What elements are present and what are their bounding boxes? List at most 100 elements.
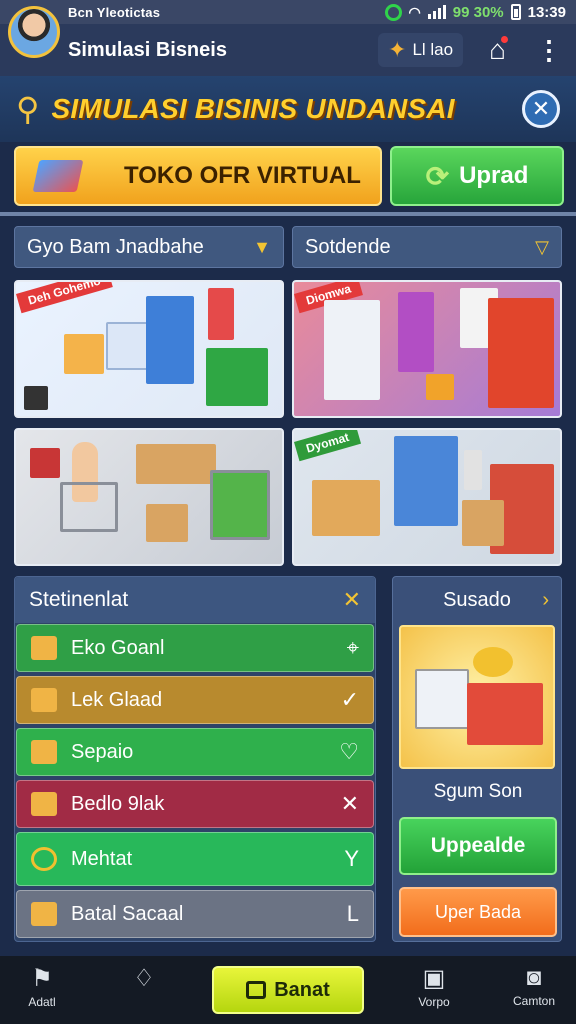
- inbox-icon: ▣: [422, 965, 446, 992]
- flag-icon: ⚑: [31, 965, 53, 992]
- status-bar: Bcn Yleotictas ◠ 99 30% 13:39: [0, 0, 576, 24]
- nav-item-leaf[interactable]: ♢: [104, 964, 184, 995]
- product-box-image: [462, 500, 504, 546]
- featured-title: Susado: [443, 588, 511, 611]
- upgrade-label: Uprad: [459, 162, 529, 189]
- product-box-image: [312, 480, 380, 536]
- product-box-image: [146, 296, 194, 384]
- tag-icon[interactable]: ⌖: [347, 635, 359, 661]
- product-box-image: [398, 292, 434, 372]
- list-item-label: Batal Sacaal: [71, 902, 184, 925]
- page-header: ⚲ SIMULASI BISINIS UNDANSAI ✕: [0, 76, 576, 142]
- nav-label: Vorpo: [418, 995, 450, 1009]
- product-box-image: [206, 348, 268, 406]
- ticket-icon: [32, 160, 84, 192]
- list-item[interactable]: Mehtat Y: [16, 832, 374, 886]
- home-icon[interactable]: ⌂: [489, 34, 508, 66]
- leaf-icon: ♢: [133, 965, 155, 992]
- product-box-image: [426, 374, 454, 400]
- list-item[interactable]: Bedlo 9lak ✕: [16, 780, 374, 828]
- product-box-image: [324, 300, 380, 400]
- battery-percentage: 99 30%: [452, 3, 504, 21]
- close-icon: ✕: [531, 96, 551, 121]
- list-item-label: Sepaio: [71, 740, 134, 763]
- upgrade-item-label: Uppealde: [430, 834, 526, 857]
- shield-icon[interactable]: Y: [344, 846, 359, 872]
- battery-icon: [510, 4, 521, 20]
- nav-item-adatl[interactable]: ⚑ Adatl: [2, 964, 82, 1009]
- secondary-upgrade-label: Uper Bada: [434, 901, 522, 922]
- nav-label: Camton: [512, 994, 556, 1008]
- product-tile[interactable]: Deh Gohemo: [14, 280, 284, 418]
- product-box-image: [208, 288, 234, 340]
- tile-tag: Deh Gohemo: [16, 282, 113, 314]
- close-icon[interactable]: ✕: [343, 587, 361, 613]
- product-box-image: [24, 386, 48, 410]
- list-title: Stetinenlat: [29, 588, 129, 611]
- list-item-label: Lek Glaad: [71, 688, 163, 711]
- product-box-image: [464, 450, 482, 490]
- featured-header[interactable]: Susado ›: [393, 577, 561, 623]
- nav-item-vorpo[interactable]: ▣ Vorpo: [394, 964, 474, 1009]
- camera-icon: ◙: [526, 964, 542, 991]
- nav-item-camton[interactable]: ◙ Camton: [494, 964, 574, 1008]
- more-options-icon[interactable]: ⋮: [536, 35, 562, 66]
- clock: 13:39: [527, 3, 566, 21]
- box-icon: [31, 792, 57, 816]
- app-bar: Simulasi Bisneis ✦ Ll lao ⌂ ⋮: [0, 24, 576, 76]
- chevron-down-icon: ▼: [253, 236, 271, 257]
- close-icon[interactable]: ✕: [341, 791, 359, 817]
- list-item[interactable]: Eko Goanl ⌖: [16, 624, 374, 672]
- chevron-down-icon: ▽: [535, 236, 549, 257]
- product-tile[interactable]: [14, 428, 284, 566]
- category-dropdown[interactable]: Gyo Bam Jnadbahe ▼: [14, 226, 284, 268]
- virtual-store-button[interactable]: TOKO OFR VIRTUAL: [14, 146, 382, 206]
- bag-icon: [246, 981, 267, 999]
- status-left-text: Bcn Yleotictas: [68, 4, 161, 20]
- tile-tag: Dyomat: [294, 430, 362, 462]
- product-box-image: [136, 444, 216, 484]
- product-tile[interactable]: Dyomat: [292, 428, 562, 566]
- close-button[interactable]: ✕: [522, 90, 560, 128]
- shopping-cart-image: [60, 482, 118, 532]
- sort-dropdown[interactable]: Sotdende ▽: [292, 226, 562, 268]
- corner-icon[interactable]: L: [347, 901, 359, 927]
- action-row: TOKO OFR VIRTUAL ⟳ Uprad: [14, 146, 564, 206]
- secondary-upgrade-button[interactable]: Uper Bada: [399, 887, 557, 937]
- featured-product-image[interactable]: [399, 625, 555, 769]
- box-icon: [31, 636, 57, 660]
- product-box-image: [488, 298, 554, 408]
- list-item[interactable]: Lek Glaad ✓: [16, 676, 374, 724]
- diamond-icon[interactable]: ♡: [339, 739, 359, 765]
- bag-icon: ✦: [388, 37, 407, 62]
- check-icon[interactable]: ✓: [341, 687, 359, 713]
- list-item[interactable]: Sepaio ♡: [16, 728, 374, 776]
- signal-icon: [427, 5, 446, 19]
- avatar[interactable]: [8, 6, 60, 58]
- search-icon: ⚲: [16, 91, 40, 127]
- sync-icon: [384, 3, 402, 21]
- box-icon: [31, 688, 57, 712]
- box-icon: [31, 740, 57, 764]
- featured-panel: Susado › Sgum Son Uppealde Uper Bada: [392, 576, 562, 942]
- product-box-image: [467, 683, 543, 745]
- list-item-label: Mehtat: [71, 847, 133, 870]
- list-item[interactable]: Batal Sacaal L: [16, 890, 374, 938]
- app-title: Simulasi Bisneis: [68, 38, 227, 61]
- product-box-image: [106, 322, 148, 370]
- ring-icon: [31, 847, 57, 871]
- upgrade-button[interactable]: ⟳ Uprad: [390, 146, 564, 206]
- cart-badge[interactable]: ✦ Ll lao: [378, 33, 464, 67]
- featured-name: Sgum Son: [433, 781, 523, 802]
- center-action-label: Banat: [274, 978, 330, 1001]
- product-box-image: [473, 647, 513, 677]
- page-title: SIMULASI BISINIS UNDANSAI: [51, 93, 455, 124]
- upgrade-item-button[interactable]: Uppealde: [399, 817, 557, 875]
- list-header: Stetinenlat ✕: [15, 577, 375, 623]
- center-action-button[interactable]: Banat: [212, 966, 364, 1014]
- list-item-label: Bedlo 9lak: [71, 792, 165, 815]
- product-tile[interactable]: Diomwa: [292, 280, 562, 418]
- status-right: ◠ 99 30% 13:39: [384, 3, 566, 21]
- shopping-cart-image: [210, 470, 270, 540]
- product-box-image: [64, 334, 104, 374]
